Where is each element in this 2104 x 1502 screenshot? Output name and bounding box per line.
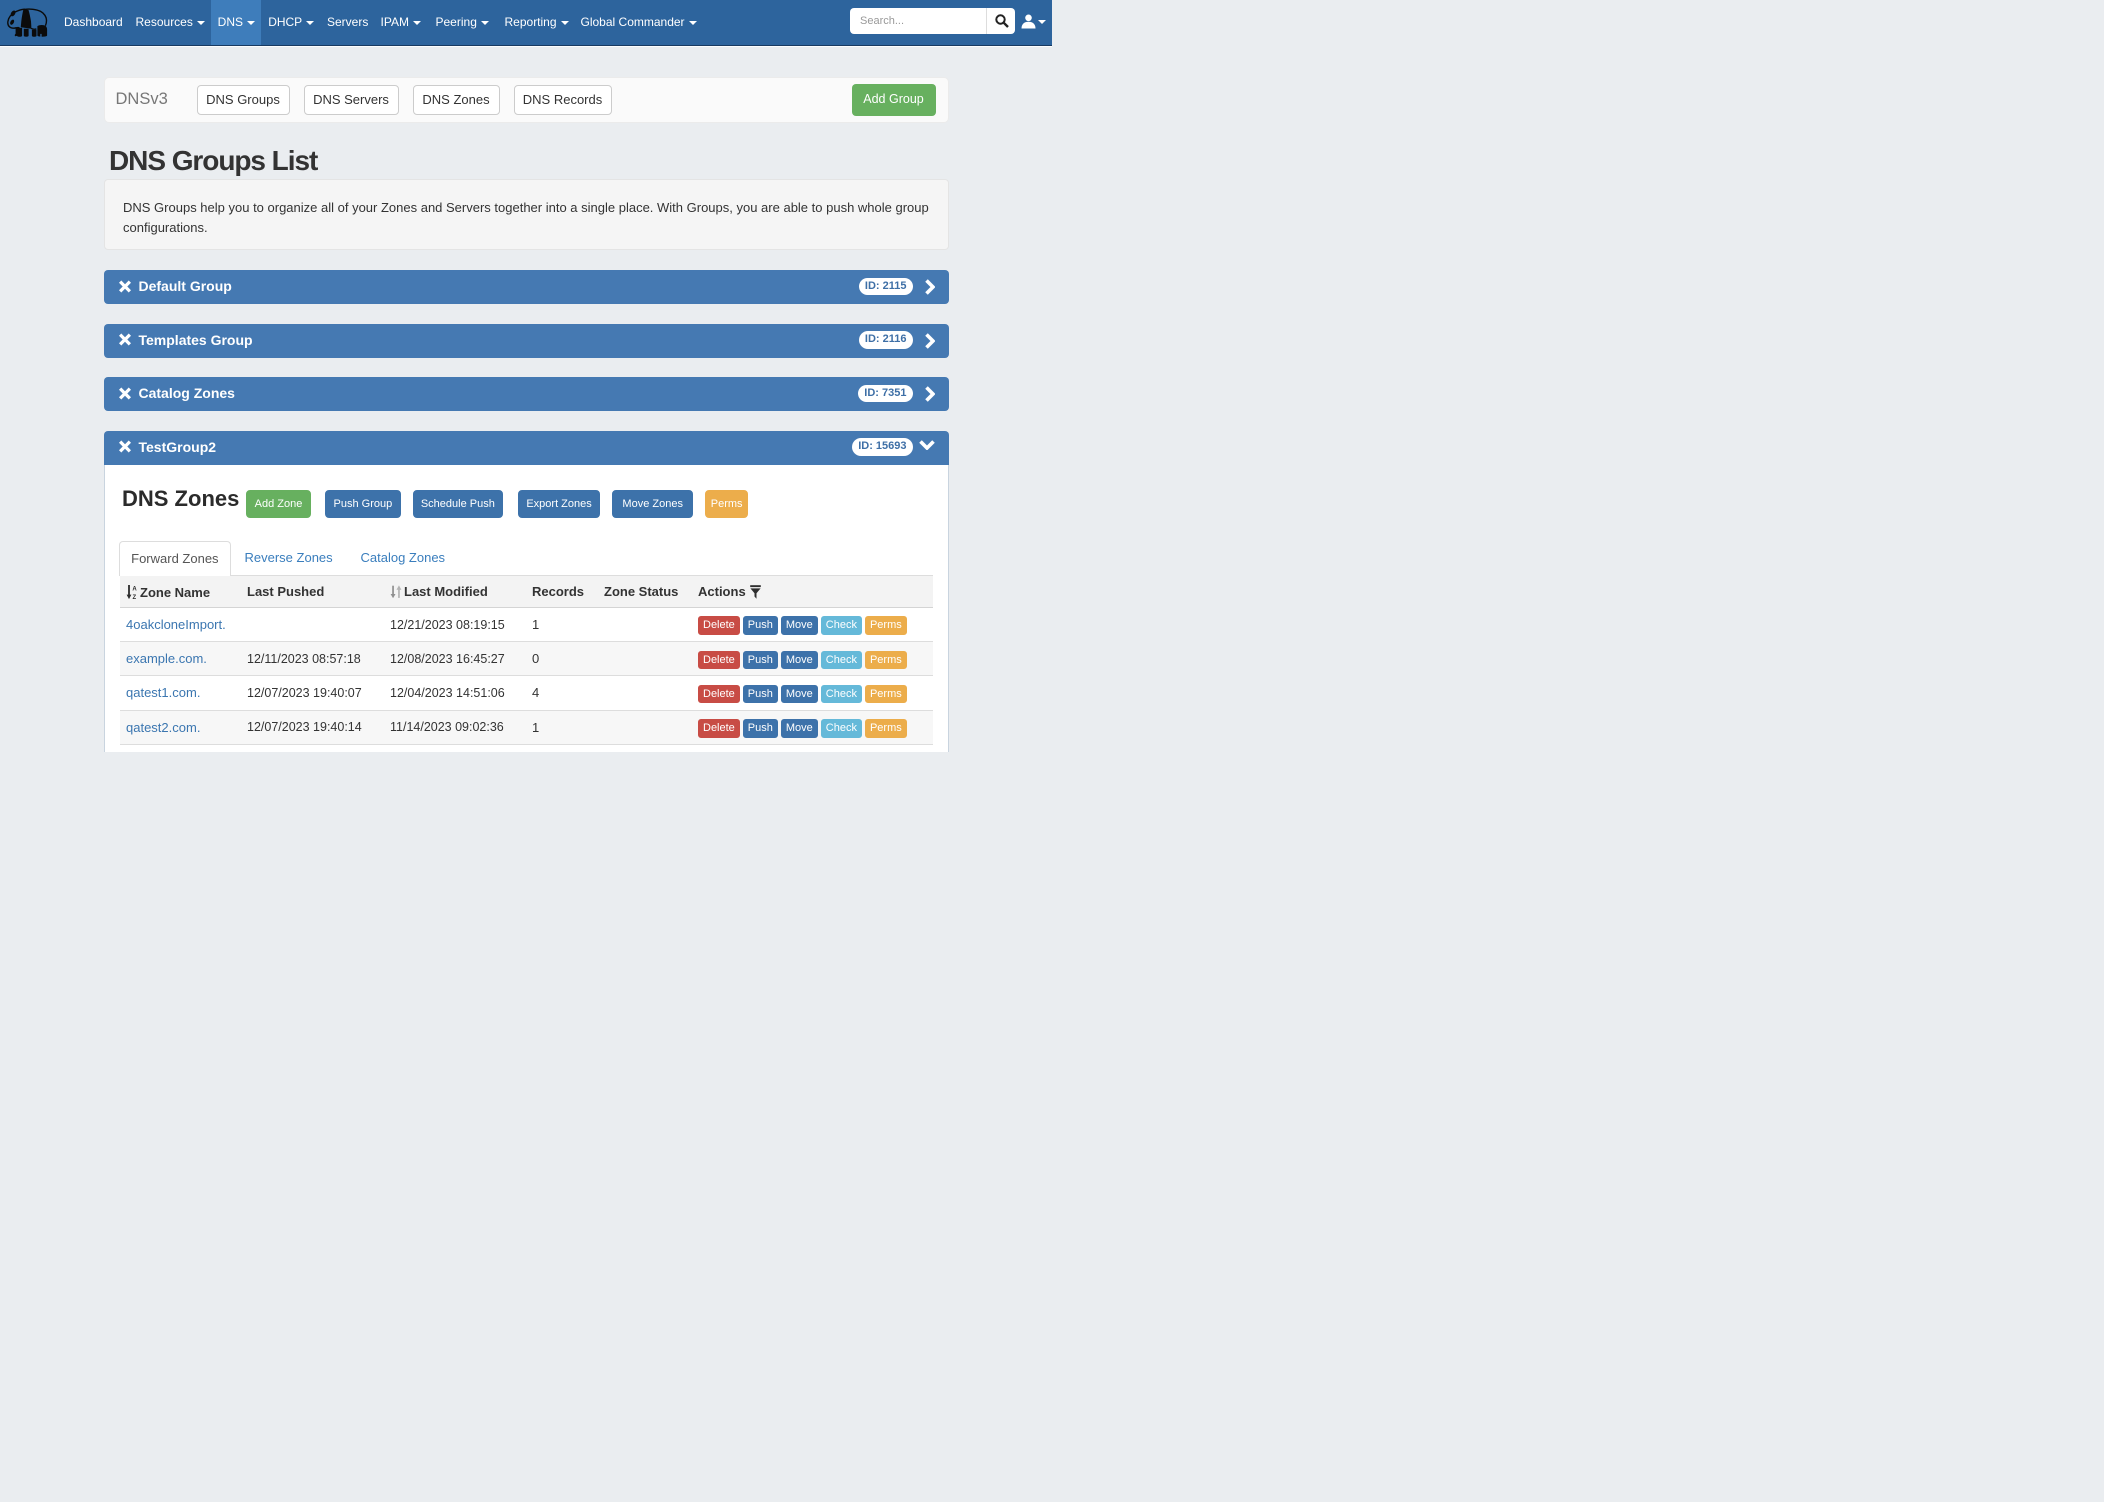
svg-text:A: A bbox=[132, 586, 137, 592]
svg-text:Z: Z bbox=[133, 595, 137, 600]
